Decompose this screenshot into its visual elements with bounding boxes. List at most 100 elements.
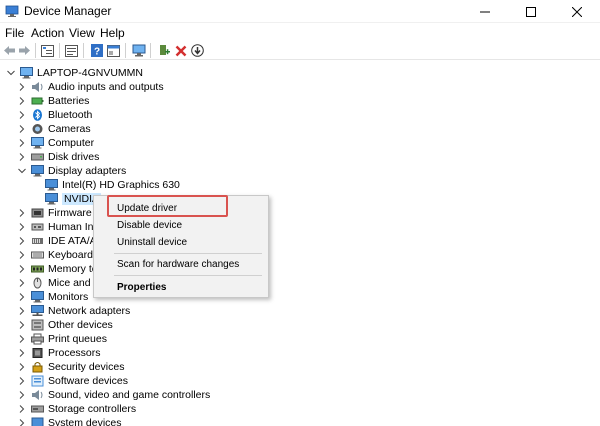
tree-category-label: System devices (48, 417, 122, 426)
highlight-box (107, 195, 228, 217)
chevron-down-icon[interactable] (6, 66, 16, 80)
chevron-right-icon[interactable] (17, 304, 27, 318)
tree-category-bluetooth[interactable]: Bluetooth (17, 108, 92, 122)
help-button[interactable]: ? (89, 43, 104, 58)
tree-category-label: Batteries (48, 95, 90, 107)
chevron-right-icon[interactable] (17, 402, 27, 416)
chevron-right-icon[interactable] (17, 80, 27, 94)
tree-category-audio[interactable]: Audio inputs and outputs (17, 80, 164, 94)
add-driver-button[interactable] (156, 43, 171, 58)
chevron-right-icon[interactable] (17, 318, 27, 332)
chevron-right-icon[interactable] (17, 416, 27, 426)
chevron-right-icon[interactable] (17, 122, 27, 136)
remove-device-button[interactable] (173, 43, 188, 58)
tree-category-label: Security devices (48, 361, 125, 373)
tree-category-display-adapters[interactable]: Display adapters (17, 164, 126, 178)
menu-bar: File Action View Help (0, 23, 600, 41)
maximize-button[interactable] (508, 0, 554, 23)
properties-icon (65, 44, 78, 57)
toolbar: ? (0, 41, 600, 60)
tree-category-keyboards[interactable]: Keyboards (17, 248, 98, 262)
tree-category-batteries[interactable]: Batteries (17, 94, 89, 108)
menu-file[interactable]: File (5, 26, 24, 40)
keyboard-icon (31, 249, 44, 261)
tree-category-computer[interactable]: Computer (17, 136, 94, 150)
tree-category-label: Memory te (48, 263, 98, 275)
menu-view[interactable]: View (69, 26, 95, 40)
chevron-right-icon[interactable] (17, 150, 27, 164)
chevron-right-icon[interactable] (17, 290, 27, 304)
tree-device-label: Intel(R) HD Graphics 630 (62, 179, 180, 191)
menu-help[interactable]: Help (100, 26, 125, 40)
mouse-icon (31, 277, 44, 289)
processor-icon (31, 347, 44, 359)
tree-category-monitors[interactable]: Monitors (17, 290, 88, 304)
tree-category-software-devices[interactable]: Software devices (17, 374, 128, 388)
scan-hardware-button[interactable] (131, 43, 146, 58)
tree-category-label: Disk drives (48, 151, 100, 163)
chevron-right-icon[interactable] (17, 262, 27, 276)
chevron-right-icon[interactable] (17, 346, 27, 360)
tree-category-label: Human Int (48, 221, 97, 233)
tree-category-security-devices[interactable]: Security devices (17, 360, 124, 374)
tree-category-storage[interactable]: Storage controllers (17, 402, 136, 416)
tree-category-memory[interactable]: Memory te (17, 262, 98, 276)
chevron-right-icon[interactable] (17, 374, 27, 388)
add-driver-icon (159, 45, 170, 55)
device-tree-button[interactable] (40, 43, 55, 58)
chevron-right-icon[interactable] (17, 136, 27, 150)
close-button[interactable] (554, 0, 600, 23)
chevron-right-icon[interactable] (17, 108, 27, 122)
tree-category-network[interactable]: Network adapters (17, 304, 130, 318)
tree-category-system-devices[interactable]: System devices (17, 416, 122, 426)
device-tree-icon (41, 44, 54, 57)
tree-category-human-interface[interactable]: Human Int (17, 220, 96, 234)
chevron-right-icon[interactable] (17, 388, 27, 402)
chevron-right-icon[interactable] (17, 332, 27, 346)
tree-category-mice[interactable]: Mice and o (17, 276, 99, 290)
camera-icon (31, 123, 44, 135)
context-disable-device[interactable]: Disable device (94, 217, 268, 234)
tree-device-intel-graphics[interactable]: Intel(R) HD Graphics 630 (45, 178, 180, 192)
context-properties[interactable]: Properties (94, 279, 268, 296)
forward-arrow-icon (19, 46, 30, 55)
chevron-right-icon[interactable] (17, 220, 27, 234)
context-scan-hardware[interactable]: Scan for hardware changes (94, 256, 268, 273)
tree-category-cameras[interactable]: Cameras (17, 122, 91, 136)
tree-category-processors[interactable]: Processors (17, 346, 101, 360)
tree-category-print-queues[interactable]: Print queues (17, 332, 107, 346)
bluetooth-icon (31, 109, 44, 121)
computer-icon (20, 67, 33, 79)
chevron-right-icon[interactable] (17, 206, 27, 220)
context-uninstall-device[interactable]: Uninstall device (94, 234, 268, 251)
chevron-right-icon[interactable] (17, 234, 27, 248)
chevron-right-icon[interactable] (17, 360, 27, 374)
network-icon (31, 305, 44, 317)
sound-icon (31, 389, 44, 401)
computer-icon (31, 137, 44, 149)
forward-button[interactable] (17, 43, 32, 58)
chevron-right-icon[interactable] (17, 94, 27, 108)
update-driver-toolbar-button[interactable] (190, 43, 205, 58)
tree-category-firmware[interactable]: Firmware (17, 206, 92, 220)
title-bar: Device Manager (0, 0, 600, 23)
properties-sheet-button[interactable] (106, 43, 121, 58)
properties-button[interactable] (64, 43, 79, 58)
chevron-right-icon[interactable] (17, 248, 27, 262)
device-tree: LAPTOP-4GNVUMMN Audio inputs and outputs… (0, 62, 600, 426)
menu-action[interactable]: Action (31, 26, 64, 40)
monitor-icon (31, 291, 44, 303)
tree-root[interactable]: LAPTOP-4GNVUMMN (6, 66, 143, 80)
tree-category-label: Bluetooth (48, 109, 93, 121)
chevron-down-icon[interactable] (17, 164, 27, 178)
minimize-button[interactable] (462, 0, 508, 23)
maximize-icon (526, 6, 536, 17)
tree-category-other-devices[interactable]: Other devices (17, 318, 113, 332)
tree-category-label: Firmware (48, 207, 92, 219)
tree-category-disk-drives[interactable]: Disk drives (17, 150, 99, 164)
tree-category-label: Software devices (48, 375, 128, 387)
chevron-right-icon[interactable] (17, 276, 27, 290)
tree-category-sound-video[interactable]: Sound, video and game controllers (17, 388, 210, 402)
back-button[interactable] (2, 43, 17, 58)
firmware-icon (31, 207, 44, 219)
